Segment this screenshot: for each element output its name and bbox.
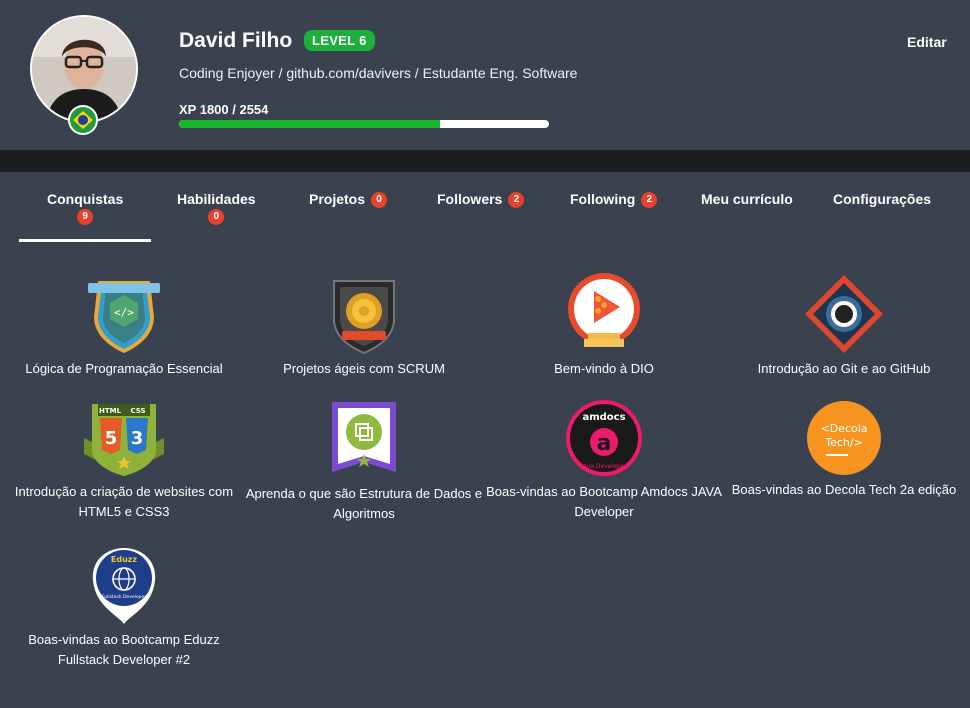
code-shield-badge-icon: </>: [88, 281, 160, 353]
tab-label: Following: [570, 191, 636, 207]
tab-label: Configurações: [833, 191, 932, 207]
eduzz-top-text: Eduzz: [111, 555, 138, 564]
achievement-card[interactable]: Projetos ágeis com SCRUM: [244, 273, 484, 379]
tab-label: Projetos: [309, 191, 366, 207]
tab-count-badge: 2: [508, 192, 525, 209]
profile-bio: Coding Enjoyer / github.com/davivers / E…: [179, 65, 578, 81]
brazil-flag-icon: [68, 105, 98, 135]
svg-text:5: 5: [105, 428, 118, 449]
eduzz-badge-icon: Eduzz Fullstack Developer: [92, 548, 156, 624]
tab-label: Meu currículo: [701, 191, 793, 207]
avatar-container: [30, 15, 138, 135]
profile-header: David Filho LEVEL 6 Coding Enjoyer / git…: [0, 0, 970, 150]
achievement-card[interactable]: Bem-vindo à DIO: [484, 273, 724, 379]
tab-habilidades[interactable]: Habilidades 0: [177, 191, 256, 225]
tab-label: Habilidades: [177, 191, 256, 207]
achievement-label: Lógica de Programação Essencial: [25, 361, 223, 376]
achievement-label: Introdução a criação de websites com HTM…: [14, 484, 234, 519]
achievement-label: Bem-vindo à DIO: [554, 361, 654, 376]
tab-count-badge: 9: [77, 209, 94, 225]
tab-following[interactable]: Following 2: [570, 191, 658, 209]
achievement-card[interactable]: amdocs a Java Developer Boas-vindas ao B…: [484, 400, 724, 522]
tab-count-badge: 0: [208, 209, 225, 225]
tab-label: Conquistas: [47, 191, 124, 207]
tab-count-badge: 2: [641, 192, 658, 209]
data-structures-badge-icon: [332, 402, 396, 472]
achievement-label: Introdução ao Git e ao GitHub: [757, 361, 931, 376]
tab-configuracoes[interactable]: Configurações: [833, 191, 931, 207]
xp-progress-bar: [179, 120, 549, 128]
decola-line2: Tech/>: [824, 436, 863, 449]
svg-text:3: 3: [131, 428, 144, 449]
achievement-card[interactable]: </> Lógica de Programação Essencial: [4, 273, 244, 379]
amdocs-top-text: amdocs: [582, 412, 625, 423]
active-tab-indicator: [19, 239, 151, 242]
achievement-label: Aprenda o que são Estrutura de Dados e A…: [245, 486, 483, 521]
level-badge: LEVEL 6: [304, 30, 375, 51]
xp-progress-fill: [179, 120, 440, 128]
scrum-gear-badge-icon: [333, 280, 395, 355]
css-text: CSS: [130, 407, 145, 415]
xp-label: XP 1800 / 2554: [179, 102, 269, 117]
profile-name: David Filho: [179, 29, 293, 52]
svg-text:a: a: [597, 431, 612, 456]
tab-projetos[interactable]: Projetos 0: [309, 191, 388, 209]
achievement-card[interactable]: <Decola Tech/> Boas-vindas ao Decola Tec…: [724, 400, 964, 500]
svg-text:</>: </>: [114, 306, 134, 319]
tab-label: Followers: [437, 191, 503, 207]
html-css-badge-icon: HTML CSS 5 3: [84, 404, 164, 476]
amdocs-bottom-text: Java Developer: [580, 463, 627, 470]
html-text: HTML: [99, 407, 122, 415]
github-badge-icon: [805, 275, 883, 353]
decola-line1: <Decola: [820, 422, 867, 435]
dio-welcome-badge-icon: [568, 273, 640, 347]
achievement-label: Projetos ágeis com SCRUM: [283, 361, 445, 376]
tab-meu-curriculo[interactable]: Meu currículo: [701, 191, 793, 207]
header-divider: [0, 150, 970, 172]
profile-tabs: Conquistas 9 Habilidades 0 Projetos 0 Fol…: [0, 173, 970, 245]
eduzz-bottom-text: Fullstack Developer: [102, 594, 146, 600]
tab-followers[interactable]: Followers 2: [437, 191, 525, 209]
achievement-card[interactable]: Aprenda o que são Estrutura de Dados e A…: [244, 400, 484, 524]
amdocs-badge-icon: amdocs a Java Developer: [566, 400, 642, 476]
achievement-label: Boas-vindas ao Bootcamp Amdocs JAVA Deve…: [486, 484, 722, 519]
achievement-card[interactable]: Eduzz Fullstack Developer Boas-vindas ao…: [4, 546, 244, 670]
achievement-label: Boas-vindas ao Bootcamp Eduzz Fullstack …: [28, 632, 220, 667]
achievement-card[interactable]: Introdução ao Git e ao GitHub: [724, 273, 964, 379]
tab-conquistas[interactable]: Conquistas 9: [47, 191, 123, 225]
decola-tech-badge-icon: <Decola Tech/>: [807, 401, 881, 475]
achievement-label: Boas-vindas ao Decola Tech 2a edição: [731, 482, 957, 497]
edit-profile-button[interactable]: Editar: [907, 34, 947, 50]
tab-count-badge: 0: [371, 192, 388, 209]
achievement-card[interactable]: HTML CSS 5 3 Introdução a criação de web…: [4, 400, 244, 522]
